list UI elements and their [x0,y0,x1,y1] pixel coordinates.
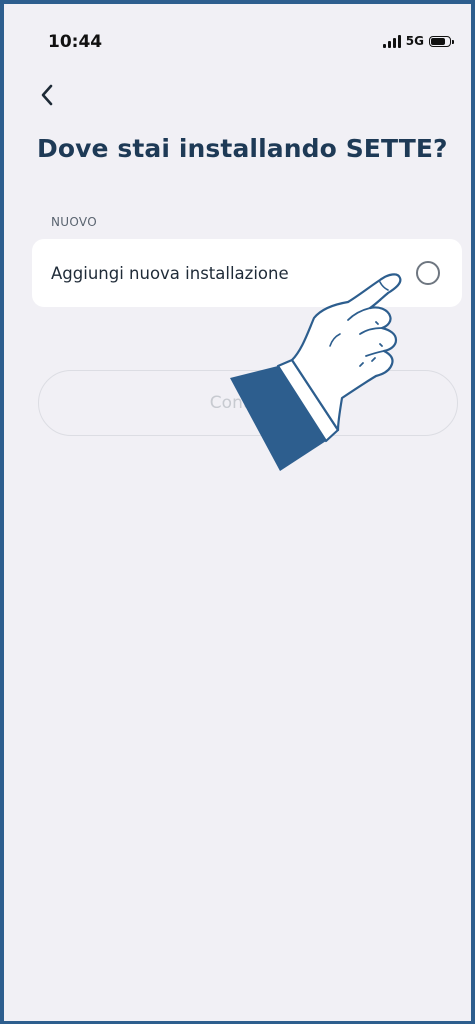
status-indicators: 5G [382,34,454,48]
back-button[interactable] [32,78,62,112]
page-title: Dove stai installando SETTE? [37,134,448,163]
radio-button[interactable] [416,261,440,285]
section-label: NUOVO [51,215,97,229]
battery-icon [429,35,454,47]
continue-button[interactable]: Continua [38,370,458,436]
status-time: 10:44 [48,32,103,52]
network-label: 5G [405,34,424,48]
signal-icon [382,34,401,48]
chevron-left-icon [41,84,53,106]
new-installation-option[interactable]: Aggiungi nuova installazione [32,239,462,307]
phone-frame: 10:44 5G Dove stai installando SETTE? NU… [0,0,475,1024]
status-bar: 10:44 5G [4,4,471,84]
option-label: Aggiungi nuova installazione [51,264,289,283]
